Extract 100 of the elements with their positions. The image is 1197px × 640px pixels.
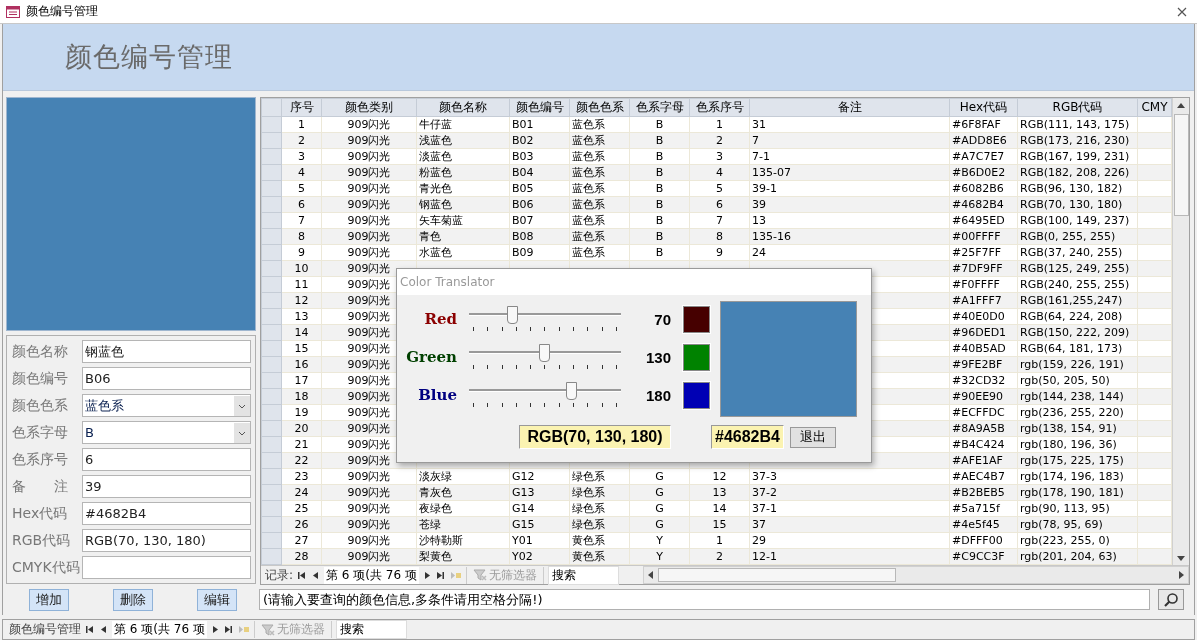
table-cell: RGB(100, 149, 237) [1017, 212, 1138, 229]
input-field[interactable]: 钢蓝色 [82, 340, 251, 363]
table-cell: B [629, 244, 690, 261]
table-cell: G [629, 516, 690, 533]
record-position-field[interactable]: 第 6 项(共 76 项 [324, 566, 419, 584]
table-cell: 9 [281, 244, 322, 261]
table-cell: 矢车菊蓝 [416, 212, 510, 229]
action-button[interactable]: 编辑 [197, 588, 237, 611]
new-record-icon [449, 570, 462, 580]
slider-track[interactable] [469, 380, 621, 410]
table-cell: 绿色系 [569, 516, 630, 533]
table-cell: 909闪光 [321, 500, 417, 517]
exit-button[interactable]: 退出 [789, 426, 836, 448]
table-cell: 5 [281, 180, 322, 197]
close-icon[interactable] [1177, 6, 1187, 17]
slider-track[interactable] [469, 342, 621, 372]
table-cell: #B6D0E2 [949, 164, 1018, 181]
table-cell: 1 [689, 116, 750, 133]
search-input-field[interactable]: (请输入要查询的颜色信息,多条件请用空格分隔!) [259, 589, 1150, 610]
table-cell: B04 [509, 164, 570, 181]
table-cell: 29 [749, 532, 950, 549]
record-label: 记录: [265, 566, 294, 584]
table-cell: 牛仔蓝 [416, 116, 510, 133]
column-header[interactable]: 颜色名称 [416, 98, 510, 117]
table-cell: B [629, 132, 690, 149]
table-cell: B [629, 196, 690, 213]
search-field[interactable]: 搜索 [547, 565, 619, 585]
table-cell: 5 [689, 180, 750, 197]
table-cell: 7 [281, 212, 322, 229]
table-cell: 14 [281, 324, 322, 341]
table-cell: rgb(78, 95, 69) [1017, 516, 1138, 533]
channel-label: Red [423, 310, 457, 328]
table-cell: 11 [281, 276, 322, 293]
action-button[interactable]: 增加 [29, 588, 69, 611]
column-header[interactable]: 序号 [281, 98, 322, 117]
table-cell: #7DF9FF [949, 260, 1018, 277]
field-label: 颜色编号 [12, 369, 69, 388]
table-cell: 10 [281, 260, 322, 277]
table-cell: #C9CC3F [949, 548, 1018, 565]
previous-record-icon[interactable] [311, 570, 321, 580]
column-header[interactable]: Hex代码 [949, 98, 1018, 117]
horizontal-scrollbar[interactable] [642, 566, 1189, 584]
dropdown-field[interactable]: B [82, 421, 251, 444]
table-cell: #25F7FF [949, 244, 1018, 261]
column-header[interactable]: 色系序号 [689, 98, 750, 117]
column-header[interactable]: 颜色编号 [509, 98, 570, 117]
column-header[interactable]: 备注 [749, 98, 950, 117]
table-cell: 15 [281, 340, 322, 357]
table-cell: 28 [281, 548, 322, 565]
search-icon [1163, 591, 1179, 608]
table-cell: 蓝色系 [569, 212, 630, 229]
dialog-title: Color Translator [397, 269, 871, 295]
field-label: 色系字母 [12, 423, 69, 442]
slider-thumb[interactable] [566, 382, 578, 400]
action-button[interactable]: 删除 [113, 588, 153, 611]
column-header[interactable]: 色系字母 [629, 98, 690, 117]
slider-thumb[interactable] [539, 344, 551, 362]
dropdown-field[interactable]: 蓝色系 [82, 394, 251, 417]
next-record-icon[interactable] [422, 570, 432, 580]
input-field[interactable]: #4682B4 [82, 502, 251, 525]
input-field[interactable]: RGB(70, 130, 180) [82, 529, 251, 552]
select-all-corner[interactable] [261, 98, 282, 117]
column-header[interactable]: 颜色类别 [321, 98, 417, 117]
field-label: Hex代码 [12, 504, 69, 523]
table-cell: 37-1 [749, 500, 950, 517]
slider-thumb[interactable] [506, 306, 518, 324]
column-header[interactable]: CMY [1137, 98, 1172, 117]
table-cell: 909闪光 [321, 548, 417, 565]
table-cell: 909闪光 [321, 180, 417, 197]
input-field[interactable]: 39 [82, 475, 251, 498]
first-record-icon[interactable] [297, 570, 308, 580]
table-cell: 12 [281, 292, 322, 309]
table-cell: #B2BEB5 [949, 484, 1018, 501]
column-header[interactable]: RGB代码 [1017, 98, 1138, 117]
table-cell: RGB(70, 130, 180) [1017, 196, 1138, 213]
scroll-thumb[interactable] [657, 568, 896, 582]
slider-track[interactable] [469, 304, 621, 334]
table-cell: 4 [689, 164, 750, 181]
input-field[interactable] [82, 556, 251, 579]
table-cell: 4 [281, 164, 322, 181]
table-cell: G14 [509, 500, 570, 517]
vertical-scrollbar[interactable] [1172, 98, 1189, 565]
table-cell: #00FFFF [949, 228, 1018, 245]
search-button[interactable] [1158, 589, 1184, 610]
table-cell: 蓝色系 [569, 132, 630, 149]
caret-icon[interactable] [234, 422, 250, 443]
table-cell: #AFE1AF [949, 452, 1018, 469]
last-record-icon[interactable] [435, 570, 446, 580]
table-cell: 6 [281, 196, 322, 213]
input-field[interactable]: B06 [82, 367, 251, 390]
channel-value: 70 [653, 310, 671, 328]
table-cell: 7-1 [749, 148, 950, 165]
column-header[interactable]: 颜色色系 [569, 98, 630, 117]
table-cell: 909闪光 [321, 484, 417, 501]
scroll-thumb[interactable] [1173, 114, 1189, 216]
input-field[interactable]: 6 [82, 448, 251, 471]
table-cell: B [629, 228, 690, 245]
caret-icon[interactable] [234, 395, 250, 416]
table-cell: 12 [689, 468, 750, 485]
table-cell: 青灰色 [416, 484, 510, 501]
